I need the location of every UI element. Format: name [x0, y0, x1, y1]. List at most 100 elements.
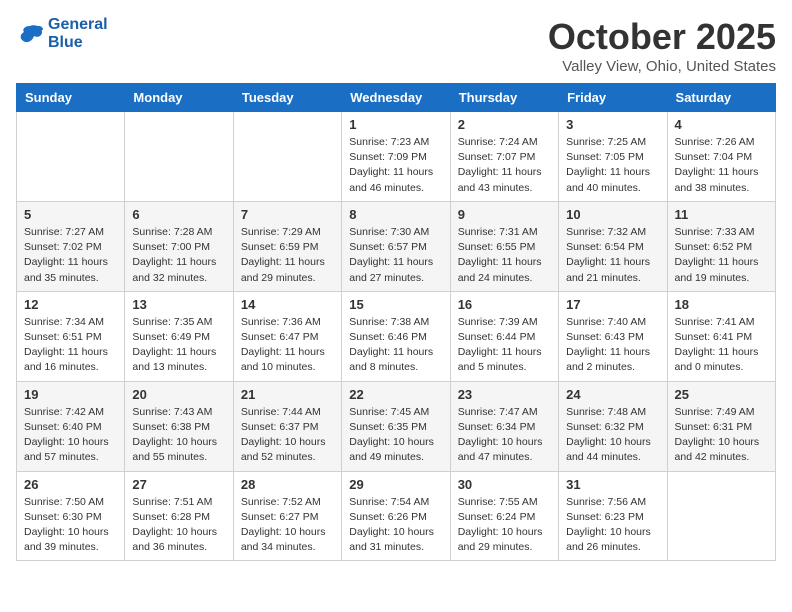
calendar-cell: 22Sunrise: 7:45 AM Sunset: 6:35 PM Dayli…	[342, 381, 450, 471]
day-number: 4	[675, 117, 768, 132]
logo-text: General Blue	[48, 16, 108, 51]
logo: General Blue	[16, 16, 108, 51]
day-number: 28	[241, 477, 334, 492]
page-header: General Blue October 2025 Valley View, O…	[16, 16, 776, 75]
day-number: 30	[458, 477, 551, 492]
title-block: October 2025 Valley View, Ohio, United S…	[548, 16, 776, 75]
calendar-cell: 1 Sunrise: 7:23 AM Sunset: 7:09 PM Daylig…	[342, 112, 450, 202]
logo-icon	[16, 22, 44, 46]
calendar-cell: 20 Sunrise: 7:43 AM Sunset: 6:38 PM Dayli…	[125, 381, 233, 471]
weekday-header-wednesday: Wednesday	[342, 84, 450, 112]
day-info: Sunrise: 7:38 AM Sunset: 6:46 PM Dayligh…	[349, 315, 442, 376]
calendar-cell: 19Sunrise: 7:42 AM Sunset: 6:40 PM Dayli…	[17, 381, 125, 471]
day-number: 3	[566, 117, 659, 132]
weekday-header-thursday: Thursday	[450, 84, 558, 112]
calendar-cell: 29Sunrise: 7:54 AM Sunset: 6:26 PM Dayli…	[342, 471, 450, 561]
calendar-cell: 23 Sunrise: 7:47 AM Sunset: 6:34 PM Dayli…	[450, 381, 558, 471]
calendar-cell: 10 Sunrise: 7:32 AM Sunset: 6:54 PM Dayli…	[559, 201, 667, 291]
calendar-cell: 16Sunrise: 7:39 AM Sunset: 6:44 PM Dayli…	[450, 291, 558, 381]
day-info: Sunrise: 7:24 AM Sunset: 7:07 PM Dayligh…	[458, 135, 551, 196]
calendar-cell: 3 Sunrise: 7:25 AM Sunset: 7:05 PM Daylig…	[559, 112, 667, 202]
day-info: Sunrise: 7:23 AM Sunset: 7:09 PM Dayligh…	[349, 135, 442, 196]
day-number: 27	[132, 477, 225, 492]
day-number: 2	[458, 117, 551, 132]
weekday-header-saturday: Saturday	[667, 84, 775, 112]
day-number: 1	[349, 117, 442, 132]
day-info: Sunrise: 7:32 AM Sunset: 6:54 PM Dayligh…	[566, 225, 659, 286]
calendar-cell: 14Sunrise: 7:36 AM Sunset: 6:47 PM Dayli…	[233, 291, 341, 381]
day-info: Sunrise: 7:28 AM Sunset: 7:00 PM Dayligh…	[132, 225, 225, 286]
day-info: Sunrise: 7:52 AM Sunset: 6:27 PM Dayligh…	[241, 495, 334, 556]
day-info: Sunrise: 7:30 AM Sunset: 6:57 PM Dayligh…	[349, 225, 442, 286]
calendar-cell: 7 Sunrise: 7:29 AM Sunset: 6:59 PM Daylig…	[233, 201, 341, 291]
day-number: 20	[132, 387, 225, 402]
day-number: 12	[24, 297, 117, 312]
calendar-cell: 28 Sunrise: 7:52 AM Sunset: 6:27 PM Dayli…	[233, 471, 341, 561]
calendar-cell: 2 Sunrise: 7:24 AM Sunset: 7:07 PM Daylig…	[450, 112, 558, 202]
calendar-subtitle: Valley View, Ohio, United States	[548, 58, 776, 75]
calendar-week-row: 1 Sunrise: 7:23 AM Sunset: 7:09 PM Daylig…	[17, 112, 776, 202]
day-number: 17	[566, 297, 659, 312]
calendar-cell: 4Sunrise: 7:26 AM Sunset: 7:04 PM Daylig…	[667, 112, 775, 202]
day-info: Sunrise: 7:49 AM Sunset: 6:31 PM Dayligh…	[675, 405, 768, 466]
day-number: 5	[24, 207, 117, 222]
day-number: 19	[24, 387, 117, 402]
day-info: Sunrise: 7:27 AM Sunset: 7:02 PM Dayligh…	[24, 225, 117, 286]
day-number: 21	[241, 387, 334, 402]
calendar-cell: 6 Sunrise: 7:28 AM Sunset: 7:00 PM Daylig…	[125, 201, 233, 291]
day-number: 14	[241, 297, 334, 312]
day-number: 26	[24, 477, 117, 492]
calendar-week-row: 12Sunrise: 7:34 AM Sunset: 6:51 PM Dayli…	[17, 291, 776, 381]
day-number: 13	[132, 297, 225, 312]
weekday-header-monday: Monday	[125, 84, 233, 112]
calendar-cell: 21 Sunrise: 7:44 AM Sunset: 6:37 PM Dayli…	[233, 381, 341, 471]
calendar-header: SundayMondayTuesdayWednesdayThursdayFrid…	[17, 84, 776, 112]
calendar-cell: 9Sunrise: 7:31 AM Sunset: 6:55 PM Daylig…	[450, 201, 558, 291]
calendar-cell: 25 Sunrise: 7:49 AM Sunset: 6:31 PM Dayli…	[667, 381, 775, 471]
day-number: 31	[566, 477, 659, 492]
calendar-table: SundayMondayTuesdayWednesdayThursdayFrid…	[16, 83, 776, 561]
day-info: Sunrise: 7:48 AM Sunset: 6:32 PM Dayligh…	[566, 405, 659, 466]
weekday-header-row: SundayMondayTuesdayWednesdayThursdayFrid…	[17, 84, 776, 112]
day-info: Sunrise: 7:25 AM Sunset: 7:05 PM Dayligh…	[566, 135, 659, 196]
day-number: 7	[241, 207, 334, 222]
calendar-cell: 31 Sunrise: 7:56 AM Sunset: 6:23 PM Dayli…	[559, 471, 667, 561]
weekday-header-tuesday: Tuesday	[233, 84, 341, 112]
day-number: 16	[458, 297, 551, 312]
day-info: Sunrise: 7:51 AM Sunset: 6:28 PM Dayligh…	[132, 495, 225, 556]
day-info: Sunrise: 7:50 AM Sunset: 6:30 PM Dayligh…	[24, 495, 117, 556]
day-info: Sunrise: 7:47 AM Sunset: 6:34 PM Dayligh…	[458, 405, 551, 466]
day-number: 6	[132, 207, 225, 222]
calendar-cell	[17, 112, 125, 202]
day-info: Sunrise: 7:43 AM Sunset: 6:38 PM Dayligh…	[132, 405, 225, 466]
calendar-cell: 24 Sunrise: 7:48 AM Sunset: 6:32 PM Dayli…	[559, 381, 667, 471]
day-number: 29	[349, 477, 442, 492]
day-number: 10	[566, 207, 659, 222]
calendar-title: October 2025	[548, 16, 776, 58]
day-info: Sunrise: 7:56 AM Sunset: 6:23 PM Dayligh…	[566, 495, 659, 556]
day-info: Sunrise: 7:44 AM Sunset: 6:37 PM Dayligh…	[241, 405, 334, 466]
day-number: 8	[349, 207, 442, 222]
weekday-header-sunday: Sunday	[17, 84, 125, 112]
calendar-cell: 13 Sunrise: 7:35 AM Sunset: 6:49 PM Dayli…	[125, 291, 233, 381]
day-info: Sunrise: 7:55 AM Sunset: 6:24 PM Dayligh…	[458, 495, 551, 556]
calendar-cell: 18Sunrise: 7:41 AM Sunset: 6:41 PM Dayli…	[667, 291, 775, 381]
day-info: Sunrise: 7:35 AM Sunset: 6:49 PM Dayligh…	[132, 315, 225, 376]
day-number: 9	[458, 207, 551, 222]
calendar-body: 1 Sunrise: 7:23 AM Sunset: 7:09 PM Daylig…	[17, 112, 776, 561]
calendar-cell	[125, 112, 233, 202]
day-info: Sunrise: 7:41 AM Sunset: 6:41 PM Dayligh…	[675, 315, 768, 376]
day-number: 24	[566, 387, 659, 402]
day-number: 22	[349, 387, 442, 402]
day-number: 25	[675, 387, 768, 402]
calendar-cell	[233, 112, 341, 202]
calendar-cell: 8 Sunrise: 7:30 AM Sunset: 6:57 PM Daylig…	[342, 201, 450, 291]
day-number: 23	[458, 387, 551, 402]
day-info: Sunrise: 7:33 AM Sunset: 6:52 PM Dayligh…	[675, 225, 768, 286]
day-info: Sunrise: 7:40 AM Sunset: 6:43 PM Dayligh…	[566, 315, 659, 376]
calendar-cell: 27 Sunrise: 7:51 AM Sunset: 6:28 PM Dayli…	[125, 471, 233, 561]
day-info: Sunrise: 7:29 AM Sunset: 6:59 PM Dayligh…	[241, 225, 334, 286]
calendar-cell: 11Sunrise: 7:33 AM Sunset: 6:52 PM Dayli…	[667, 201, 775, 291]
calendar-cell: 5 Sunrise: 7:27 AM Sunset: 7:02 PM Daylig…	[17, 201, 125, 291]
calendar-cell	[667, 471, 775, 561]
